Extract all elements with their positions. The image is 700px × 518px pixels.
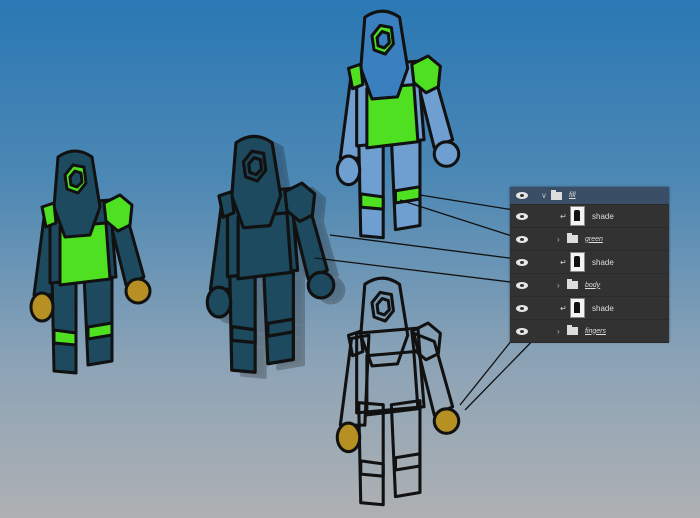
layer-name: body — [585, 281, 601, 289]
chevron-right-icon[interactable]: › — [557, 281, 564, 290]
layers-panel: ∨ fill ↵ shade › green ↵ shade › body ↵ … — [510, 187, 669, 343]
eye-icon[interactable] — [516, 212, 528, 220]
layer-name: fingers — [585, 327, 607, 335]
layer-thumbnail — [570, 252, 585, 272]
clip-arrow-icon: ↵ — [560, 257, 567, 267]
layer-row-shade[interactable]: ↵ shade — [510, 205, 669, 228]
folder-icon — [551, 189, 562, 200]
clip-arrow-icon: ↵ — [560, 211, 567, 221]
layer-thumbnail — [570, 206, 585, 226]
eye-icon[interactable] — [516, 327, 528, 335]
figure-green-layer — [335, 9, 461, 240]
layer-name: shade — [592, 303, 614, 313]
figure-fingers-layer — [335, 276, 461, 507]
eye-icon[interactable] — [516, 192, 528, 199]
chevron-down-icon[interactable]: ∨ — [541, 191, 548, 200]
eye-icon[interactable] — [516, 281, 528, 289]
layer-row-shade[interactable]: ↵ shade — [510, 297, 669, 320]
chevron-right-icon[interactable]: › — [557, 327, 564, 336]
layer-row-fill[interactable]: ∨ fill — [510, 187, 669, 205]
folder-icon — [567, 233, 578, 243]
layer-name: green — [585, 235, 603, 243]
eye-icon[interactable] — [516, 304, 528, 312]
folder-icon — [567, 279, 578, 289]
folder-icon — [567, 325, 578, 335]
eye-icon[interactable] — [516, 258, 528, 266]
chevron-right-icon[interactable]: › — [557, 235, 564, 244]
layer-name: shade — [592, 211, 614, 221]
layer-row-green[interactable]: › green — [510, 228, 669, 251]
figure-full-color — [29, 149, 152, 375]
layer-row-fingers[interactable]: › fingers — [510, 320, 669, 343]
clip-arrow-icon: ↵ — [560, 303, 567, 313]
layer-thumbnail — [570, 298, 585, 318]
eye-icon[interactable] — [516, 235, 528, 243]
layer-name: fill — [569, 192, 576, 199]
figure-body-layer — [205, 134, 336, 374]
layer-row-shade[interactable]: ↵ shade — [510, 251, 669, 274]
layer-name: shade — [592, 257, 614, 267]
layer-row-body[interactable]: › body — [510, 274, 669, 297]
